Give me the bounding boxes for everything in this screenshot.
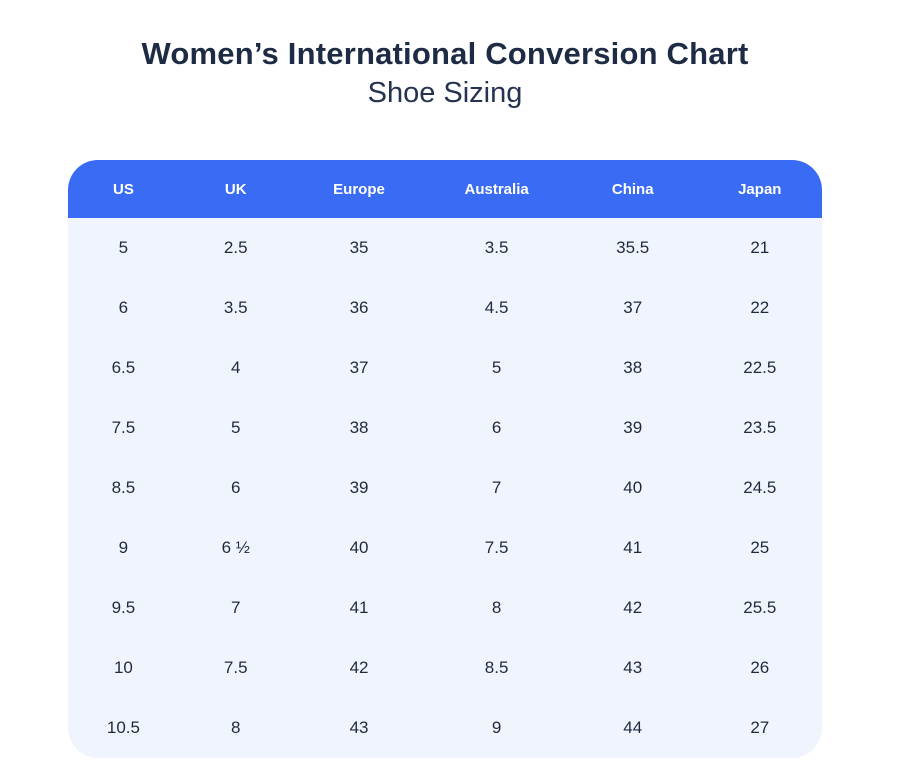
column-header-europe: Europe xyxy=(293,160,426,218)
size-cell: 5 xyxy=(425,338,568,398)
table-body: 52.5353.535.52163.5364.537226.543753822.… xyxy=(68,218,822,758)
size-cell: 7.5 xyxy=(179,638,293,698)
size-cell: 4.5 xyxy=(425,278,568,338)
size-cell: 5 xyxy=(179,398,293,458)
size-cell: 44 xyxy=(568,698,698,758)
size-cell: 23.5 xyxy=(698,398,822,458)
size-cell: 9 xyxy=(425,698,568,758)
table-row: 107.5428.54326 xyxy=(68,638,822,698)
column-header-us: US xyxy=(68,160,179,218)
size-cell: 39 xyxy=(293,458,426,518)
table-row: 10.584394427 xyxy=(68,698,822,758)
size-cell: 5 xyxy=(68,218,179,278)
size-cell: 43 xyxy=(293,698,426,758)
size-cell: 38 xyxy=(568,338,698,398)
size-cell: 43 xyxy=(568,638,698,698)
table-row: 96 ½407.54125 xyxy=(68,518,822,578)
size-cell: 9 xyxy=(68,518,179,578)
size-cell: 2.5 xyxy=(179,218,293,278)
size-cell: 9.5 xyxy=(68,578,179,638)
size-cell: 42 xyxy=(568,578,698,638)
size-cell: 6 ½ xyxy=(179,518,293,578)
size-cell: 37 xyxy=(568,278,698,338)
size-cell: 37 xyxy=(293,338,426,398)
table-row: 8.563974024.5 xyxy=(68,458,822,518)
size-cell: 35.5 xyxy=(568,218,698,278)
size-cell: 22.5 xyxy=(698,338,822,398)
size-cell: 7 xyxy=(425,458,568,518)
page-subtitle: Shoe Sizing xyxy=(68,77,822,110)
column-header-japan: Japan xyxy=(698,160,822,218)
size-cell: 8.5 xyxy=(68,458,179,518)
size-cell: 8 xyxy=(179,698,293,758)
column-header-uk: UK xyxy=(179,160,293,218)
size-cell: 21 xyxy=(698,218,822,278)
size-cell: 3.5 xyxy=(425,218,568,278)
size-cell: 3.5 xyxy=(179,278,293,338)
size-cell: 4 xyxy=(179,338,293,398)
header-row: USUKEuropeAustraliaChinaJapan xyxy=(68,160,822,218)
size-cell: 10.5 xyxy=(68,698,179,758)
size-cell: 39 xyxy=(568,398,698,458)
size-cell: 7.5 xyxy=(68,398,179,458)
size-cell: 24.5 xyxy=(698,458,822,518)
size-cell: 42 xyxy=(293,638,426,698)
size-cell: 35 xyxy=(293,218,426,278)
size-cell: 25 xyxy=(698,518,822,578)
size-cell: 38 xyxy=(293,398,426,458)
table-row: 6.543753822.5 xyxy=(68,338,822,398)
size-cell: 41 xyxy=(568,518,698,578)
size-cell: 8.5 xyxy=(425,638,568,698)
size-cell: 40 xyxy=(293,518,426,578)
table-row: 63.5364.53722 xyxy=(68,278,822,338)
size-cell: 6 xyxy=(68,278,179,338)
size-cell: 7 xyxy=(179,578,293,638)
size-cell: 6.5 xyxy=(68,338,179,398)
size-cell: 8 xyxy=(425,578,568,638)
table-row: 52.5353.535.521 xyxy=(68,218,822,278)
size-cell: 7.5 xyxy=(425,518,568,578)
conversion-table: USUKEuropeAustraliaChinaJapan 52.5353.53… xyxy=(68,160,822,758)
conversion-table-card: USUKEuropeAustraliaChinaJapan 52.5353.53… xyxy=(68,160,822,758)
size-cell: 6 xyxy=(179,458,293,518)
size-cell: 26 xyxy=(698,638,822,698)
table-row: 7.553863923.5 xyxy=(68,398,822,458)
size-cell: 36 xyxy=(293,278,426,338)
column-header-china: China xyxy=(568,160,698,218)
table-row: 9.574184225.5 xyxy=(68,578,822,638)
size-cell: 6 xyxy=(425,398,568,458)
size-cell: 22 xyxy=(698,278,822,338)
size-cell: 10 xyxy=(68,638,179,698)
table-header: USUKEuropeAustraliaChinaJapan xyxy=(68,160,822,218)
column-header-australia: Australia xyxy=(425,160,568,218)
size-cell: 27 xyxy=(698,698,822,758)
size-cell: 40 xyxy=(568,458,698,518)
size-cell: 25.5 xyxy=(698,578,822,638)
size-cell: 41 xyxy=(293,578,426,638)
page-title: Women’s International Conversion Chart xyxy=(68,36,822,72)
